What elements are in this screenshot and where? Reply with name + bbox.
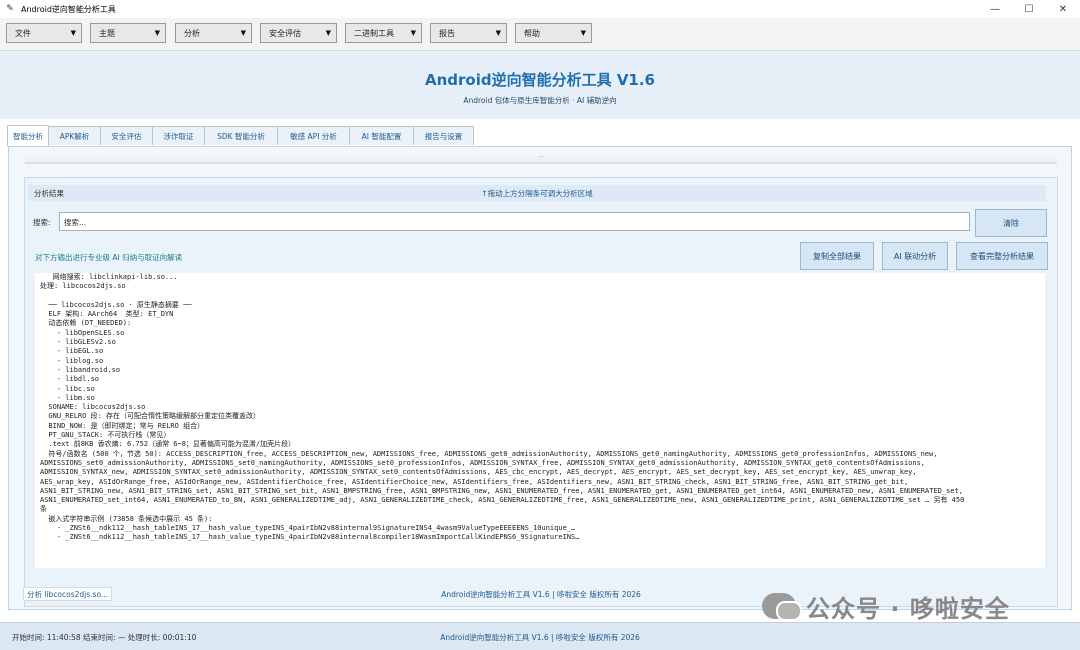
- menu-file-label: 文件: [15, 28, 31, 38]
- analysis-panel: ··· 分析结果 ↑拖动上方分隔条可调大分析区域 搜索: 搜索... 清除 对下…: [8, 146, 1072, 610]
- output-line: - libEGL.so: [40, 347, 104, 356]
- caret-down-icon: ▼: [410, 29, 416, 37]
- menu-report[interactable]: 报告 ▼: [430, 23, 507, 43]
- menu-file[interactable]: 文件 ▼: [6, 23, 82, 43]
- output-line: - libdl.so: [40, 375, 100, 384]
- caret-down-icon: ▼: [240, 29, 246, 37]
- output-line: PT_GNU_STACK: 不可执行栈（常见）: [40, 431, 171, 440]
- search-label: 搜索:: [33, 218, 51, 227]
- header-banner: Android逆向智能分析工具 V1.6 Android 包体与原生库智能分析 …: [0, 51, 1080, 119]
- clear-button[interactable]: 清除: [975, 209, 1047, 237]
- tab-smart-analysis[interactable]: 智能分析: [7, 125, 49, 146]
- app-subtitle: Android 包体与原生库智能分析 · AI 辅助逆向: [463, 96, 617, 105]
- maximize-button[interactable]: ☐: [1012, 0, 1046, 18]
- menu-bar: 文件 ▼ 主题 ▼ 分析 ▼ 安全评估 ▼ 二进制工具 ▼ 报告 ▼ 帮助 ▼: [0, 18, 1080, 51]
- output-line: AES_wrap_key, ASIdOrRange_free, ASIdOrRa…: [40, 477, 909, 486]
- splitter-handle[interactable]: ···: [25, 155, 1057, 164]
- output-line: - liblog.so: [40, 356, 104, 365]
- tab-sdk-analysis[interactable]: SDK 智能分析: [204, 126, 278, 145]
- caret-down-icon: ▼: [495, 29, 501, 37]
- output-line: - libm.so: [40, 393, 95, 402]
- splitter-hint: ↑拖动上方分隔条可调大分析区域: [481, 189, 593, 198]
- menu-help[interactable]: 帮助 ▼: [515, 23, 592, 43]
- title-bar: ✎ Android逆向智能分析工具 — ☐ ✕: [0, 0, 1080, 18]
- output-line: 嵌入式字符串示例 (73858 条候选中展示 45 条):: [40, 514, 213, 523]
- output-line: 条: [40, 505, 47, 514]
- menu-analysis[interactable]: 分析 ▼: [175, 23, 252, 43]
- output-line: - _ZNSt6__ndk112__hash_tableINS_17__hash…: [40, 524, 576, 533]
- output-line: ELF 架构: AArch64 类型: ET_DYN: [40, 310, 174, 319]
- output-line: - libc.so: [40, 384, 95, 393]
- menu-security[interactable]: 安全评估 ▼: [260, 23, 337, 43]
- result-header: 分析结果 ↑拖动上方分隔条可调大分析区域: [28, 185, 1046, 201]
- output-line: ASN1_BIT_STRING_new, ASN1_BIT_STRING_set…: [40, 486, 963, 495]
- tab-ai-config[interactable]: AI 智能配置: [349, 126, 414, 145]
- window-title: Android逆向智能分析工具: [21, 4, 116, 14]
- app-title: Android逆向智能分析工具 V1.6: [424, 71, 655, 89]
- tab-apk-parse[interactable]: APK解析: [48, 126, 101, 145]
- tab-bar: 智能分析 APK解析 安全评估 涉诈取证 SDK 智能分析 敏感 API 分析 …: [7, 125, 474, 146]
- output-line: - _ZNSt6__ndk112__hash_tableINS_17__hash…: [40, 533, 580, 542]
- footer-bar: 开始时间: 11:40:58 结束时间: — 处理时长: 00:01:10 An…: [0, 622, 1080, 650]
- wechat-icon: [762, 593, 802, 621]
- caret-down-icon: ▼: [70, 29, 76, 37]
- menu-binary-tools-label: 二进制工具: [354, 28, 394, 38]
- menu-binary-tools[interactable]: 二进制工具 ▼: [345, 23, 422, 43]
- caret-down-icon: ▼: [154, 29, 160, 37]
- output-line: SONAME: libcocos2djs.so: [40, 403, 146, 412]
- watermark: 公众号 · 哆啦安全: [762, 588, 1010, 624]
- instruction-text: 对下方输出进行专业级 AI 归纳与取证向解读: [35, 253, 183, 262]
- close-button[interactable]: ✕: [1046, 0, 1080, 18]
- tab-security-eval[interactable]: 安全评估: [100, 126, 153, 145]
- search-input[interactable]: 搜索...: [59, 212, 970, 231]
- menu-theme[interactable]: 主题 ▼: [90, 23, 166, 43]
- output-line: - libOpenSLES.so: [40, 328, 125, 337]
- menu-report-label: 报告: [439, 28, 455, 38]
- footer-copyright: Android逆向智能分析工具 V1.6 | 哆啦安全 版权所有 2026: [440, 633, 640, 642]
- output-line: 处理: libcocos2djs.so: [40, 282, 126, 291]
- output-line: GNU_RELRO 段: 存在（可配合惰性策略缓解部分重定位类覆盖改）: [40, 412, 261, 421]
- output-line: ASN1_ENUMERATED_set_int64, ASN1_ENUMERAT…: [40, 496, 965, 505]
- output-line: ADMISSION_SYNTAX_new, ADMISSION_SYNTAX_s…: [40, 468, 917, 477]
- watermark-text: 公众号 · 哆啦安全: [806, 594, 1010, 623]
- menu-security-label: 安全评估: [269, 28, 301, 38]
- output-line: .text 前8KB 香农熵: 6.752（通常 6~8；显著偏高可能为混淆/加…: [40, 440, 296, 449]
- output-line: ADMISSIONS_set0_admissionAuthority, ADMI…: [40, 458, 926, 467]
- tab-report-settings[interactable]: 报告与设置: [413, 126, 474, 145]
- output-line: - libGLESv2.so: [40, 338, 116, 347]
- output-line: 网络搜索: libclinkapi-lib.so...: [40, 273, 178, 281]
- tab-sensitive-api[interactable]: 敏感 API 分析: [277, 126, 350, 145]
- menu-analysis-label: 分析: [184, 28, 200, 38]
- output-line: ── libcocos2djs.so · 原生静态摘要 ──: [40, 300, 192, 309]
- output-line: 符号/函数名 (500 个，节选 50): ACCESS_DESCRIPTION…: [40, 449, 938, 458]
- ai-analysis-button[interactable]: AI 联动分析: [882, 242, 948, 270]
- tab-fraud-evidence[interactable]: 涉诈取证: [152, 126, 205, 145]
- minimize-button[interactable]: —: [978, 0, 1012, 18]
- menu-theme-label: 主题: [99, 28, 115, 38]
- output-line: 动态依赖 (DT_NEEDED):: [40, 319, 132, 328]
- feather-icon: ✎: [6, 4, 14, 14]
- menu-help-label: 帮助: [524, 28, 540, 38]
- output-line: BIND_NOW: 是（即时绑定；常与 RELRO 组合）: [40, 421, 205, 430]
- copy-all-button[interactable]: 复制全部结果: [800, 242, 874, 270]
- caret-down-icon: ▼: [580, 29, 586, 37]
- view-full-results-button[interactable]: 查看完整分析结果: [956, 242, 1048, 270]
- analysis-output[interactable]: 网络搜索: libclinkapi-lib.so... 处理: libcocos2…: [35, 273, 1045, 568]
- output-line: - libandroid.so: [40, 365, 121, 374]
- window-controls: — ☐ ✕: [978, 0, 1080, 18]
- caret-down-icon: ▼: [325, 29, 331, 37]
- analysis-area: 分析结果 ↑拖动上方分隔条可调大分析区域 搜索: 搜索... 清除 对下方输出进…: [24, 177, 1058, 607]
